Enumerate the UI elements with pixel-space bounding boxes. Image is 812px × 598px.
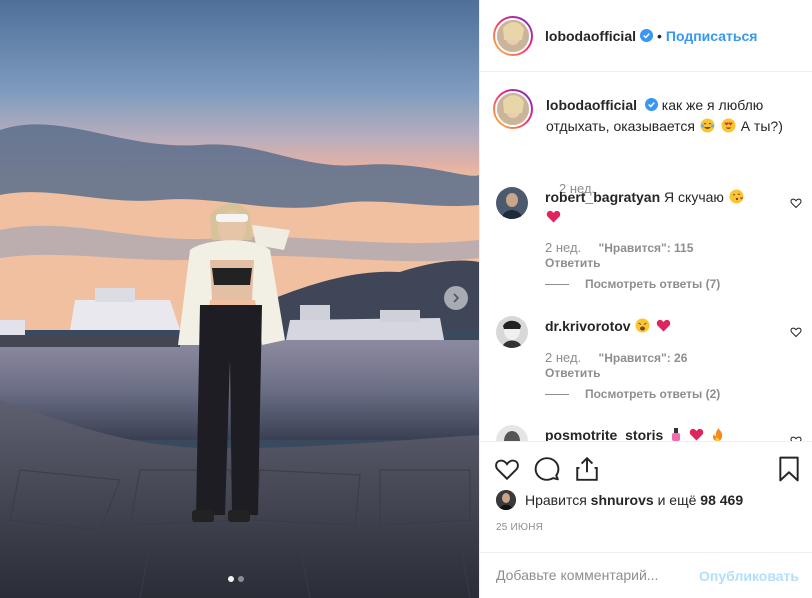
comment-meta: 2 нед. "Нравится": 115 — [545, 240, 693, 255]
bookmark-icon[interactable] — [776, 456, 802, 482]
likes-summary: Нравится shnurovs и ещё 98 469 — [496, 490, 743, 510]
chevron-right-icon — [453, 293, 460, 303]
commenter-avatar[interactable] — [496, 187, 528, 219]
commenter-avatar[interactable] — [496, 316, 528, 348]
post-actions: Нравится shnurovs и ещё 98 469 25 ИЮНЯ О… — [480, 441, 812, 598]
like-heart-icon[interactable] — [494, 456, 520, 482]
post-header: lobodaofficial • Подписаться — [480, 0, 812, 72]
comment-bubble-icon[interactable] — [534, 456, 560, 482]
caption-username[interactable]: lobodaofficial — [546, 97, 637, 113]
likes-count[interactable]: 98 469 — [700, 492, 743, 508]
likes-and-more: и ещё — [657, 492, 697, 508]
add-comment-bar: Опубликовать — [480, 552, 812, 598]
view-replies-line — [545, 283, 569, 285]
caption-body-part2: А ты?) — [740, 118, 783, 134]
commenter-username[interactable]: robert_bagratyan — [545, 189, 660, 205]
heart-eyes-emoji-icon — [721, 118, 736, 133]
verified-badge-icon — [640, 29, 653, 42]
share-icon[interactable] — [574, 456, 600, 482]
publish-button[interactable]: Опубликовать — [699, 568, 799, 584]
view-replies-button[interactable]: Посмотреть ответы (2) — [545, 387, 720, 401]
comment-body: dr.krivorotov — [545, 316, 775, 336]
likes-prefix: Нравится — [525, 492, 587, 508]
red-heart-emoji-icon — [689, 428, 704, 441]
comment-text: Я скучаю — [664, 189, 724, 205]
caption-avatar[interactable] — [493, 89, 533, 129]
fire-emoji-icon — [712, 428, 723, 441]
comment-likes-count[interactable]: "Нравится": 115 — [599, 241, 694, 255]
kiss-emoji-icon — [729, 189, 744, 204]
comment-like-heart-icon[interactable] — [790, 197, 802, 209]
view-replies-label: Посмотреть ответы (7) — [585, 277, 721, 291]
comment-body: posmotrite_storis — [545, 425, 775, 441]
comment-timestamp[interactable]: 2 нед. — [545, 350, 581, 365]
view-replies-button[interactable]: Посмотреть ответы (7) — [545, 277, 720, 291]
carousel-dot-active — [228, 576, 234, 582]
liker-avatar[interactable] — [496, 490, 516, 510]
comment-timestamp[interactable]: 2 нед. — [545, 240, 581, 255]
follow-button[interactable]: Подписаться — [666, 28, 758, 44]
tears-of-joy-emoji-icon — [700, 118, 715, 133]
caption-text: lobodaofficial как же я люблю отдыхать, … — [546, 95, 791, 137]
commenter-avatar[interactable] — [496, 425, 528, 441]
author-username[interactable]: lobodaofficial — [545, 28, 636, 44]
nail-polish-emoji-icon — [672, 428, 681, 441]
comment-body: robert_bagratyan Я скучаю — [545, 187, 775, 227]
commenter-username[interactable]: posmotrite_storis — [545, 427, 663, 441]
comment-like-heart-icon[interactable] — [790, 326, 802, 338]
liked-by-username[interactable]: shnurovs — [591, 492, 654, 508]
verified-badge-icon — [644, 98, 658, 111]
next-slide-button[interactable] — [444, 286, 468, 310]
post-details-panel: lobodaofficial • Подписаться lobodaoffic… — [479, 0, 812, 598]
author-avatar[interactable] — [493, 15, 533, 56]
carousel-dot — [238, 576, 244, 582]
reply-button[interactable]: Ответить — [545, 256, 600, 270]
comments-list[interactable]: lobodaofficial как же я люблю отдыхать, … — [480, 73, 812, 441]
comment-meta: 2 нед. "Нравится": 26 — [545, 350, 687, 365]
weary-emoji-icon — [635, 318, 650, 333]
comment-input[interactable] — [496, 567, 686, 583]
comment-likes-count[interactable]: "Нравится": 26 — [599, 351, 688, 365]
view-replies-line — [545, 393, 569, 395]
header-separator: • — [657, 27, 662, 44]
photo-scene — [0, 0, 479, 598]
red-heart-emoji-icon — [546, 210, 561, 223]
carousel-indicator — [228, 576, 244, 582]
post-date[interactable]: 25 ИЮНЯ — [496, 522, 543, 533]
post-photo[interactable] — [0, 0, 479, 598]
commenter-username[interactable]: dr.krivorotov — [545, 318, 631, 334]
red-heart-emoji-icon — [657, 319, 671, 332]
reply-button[interactable]: Ответить — [545, 366, 600, 380]
view-replies-label: Посмотреть ответы (2) — [585, 387, 721, 401]
